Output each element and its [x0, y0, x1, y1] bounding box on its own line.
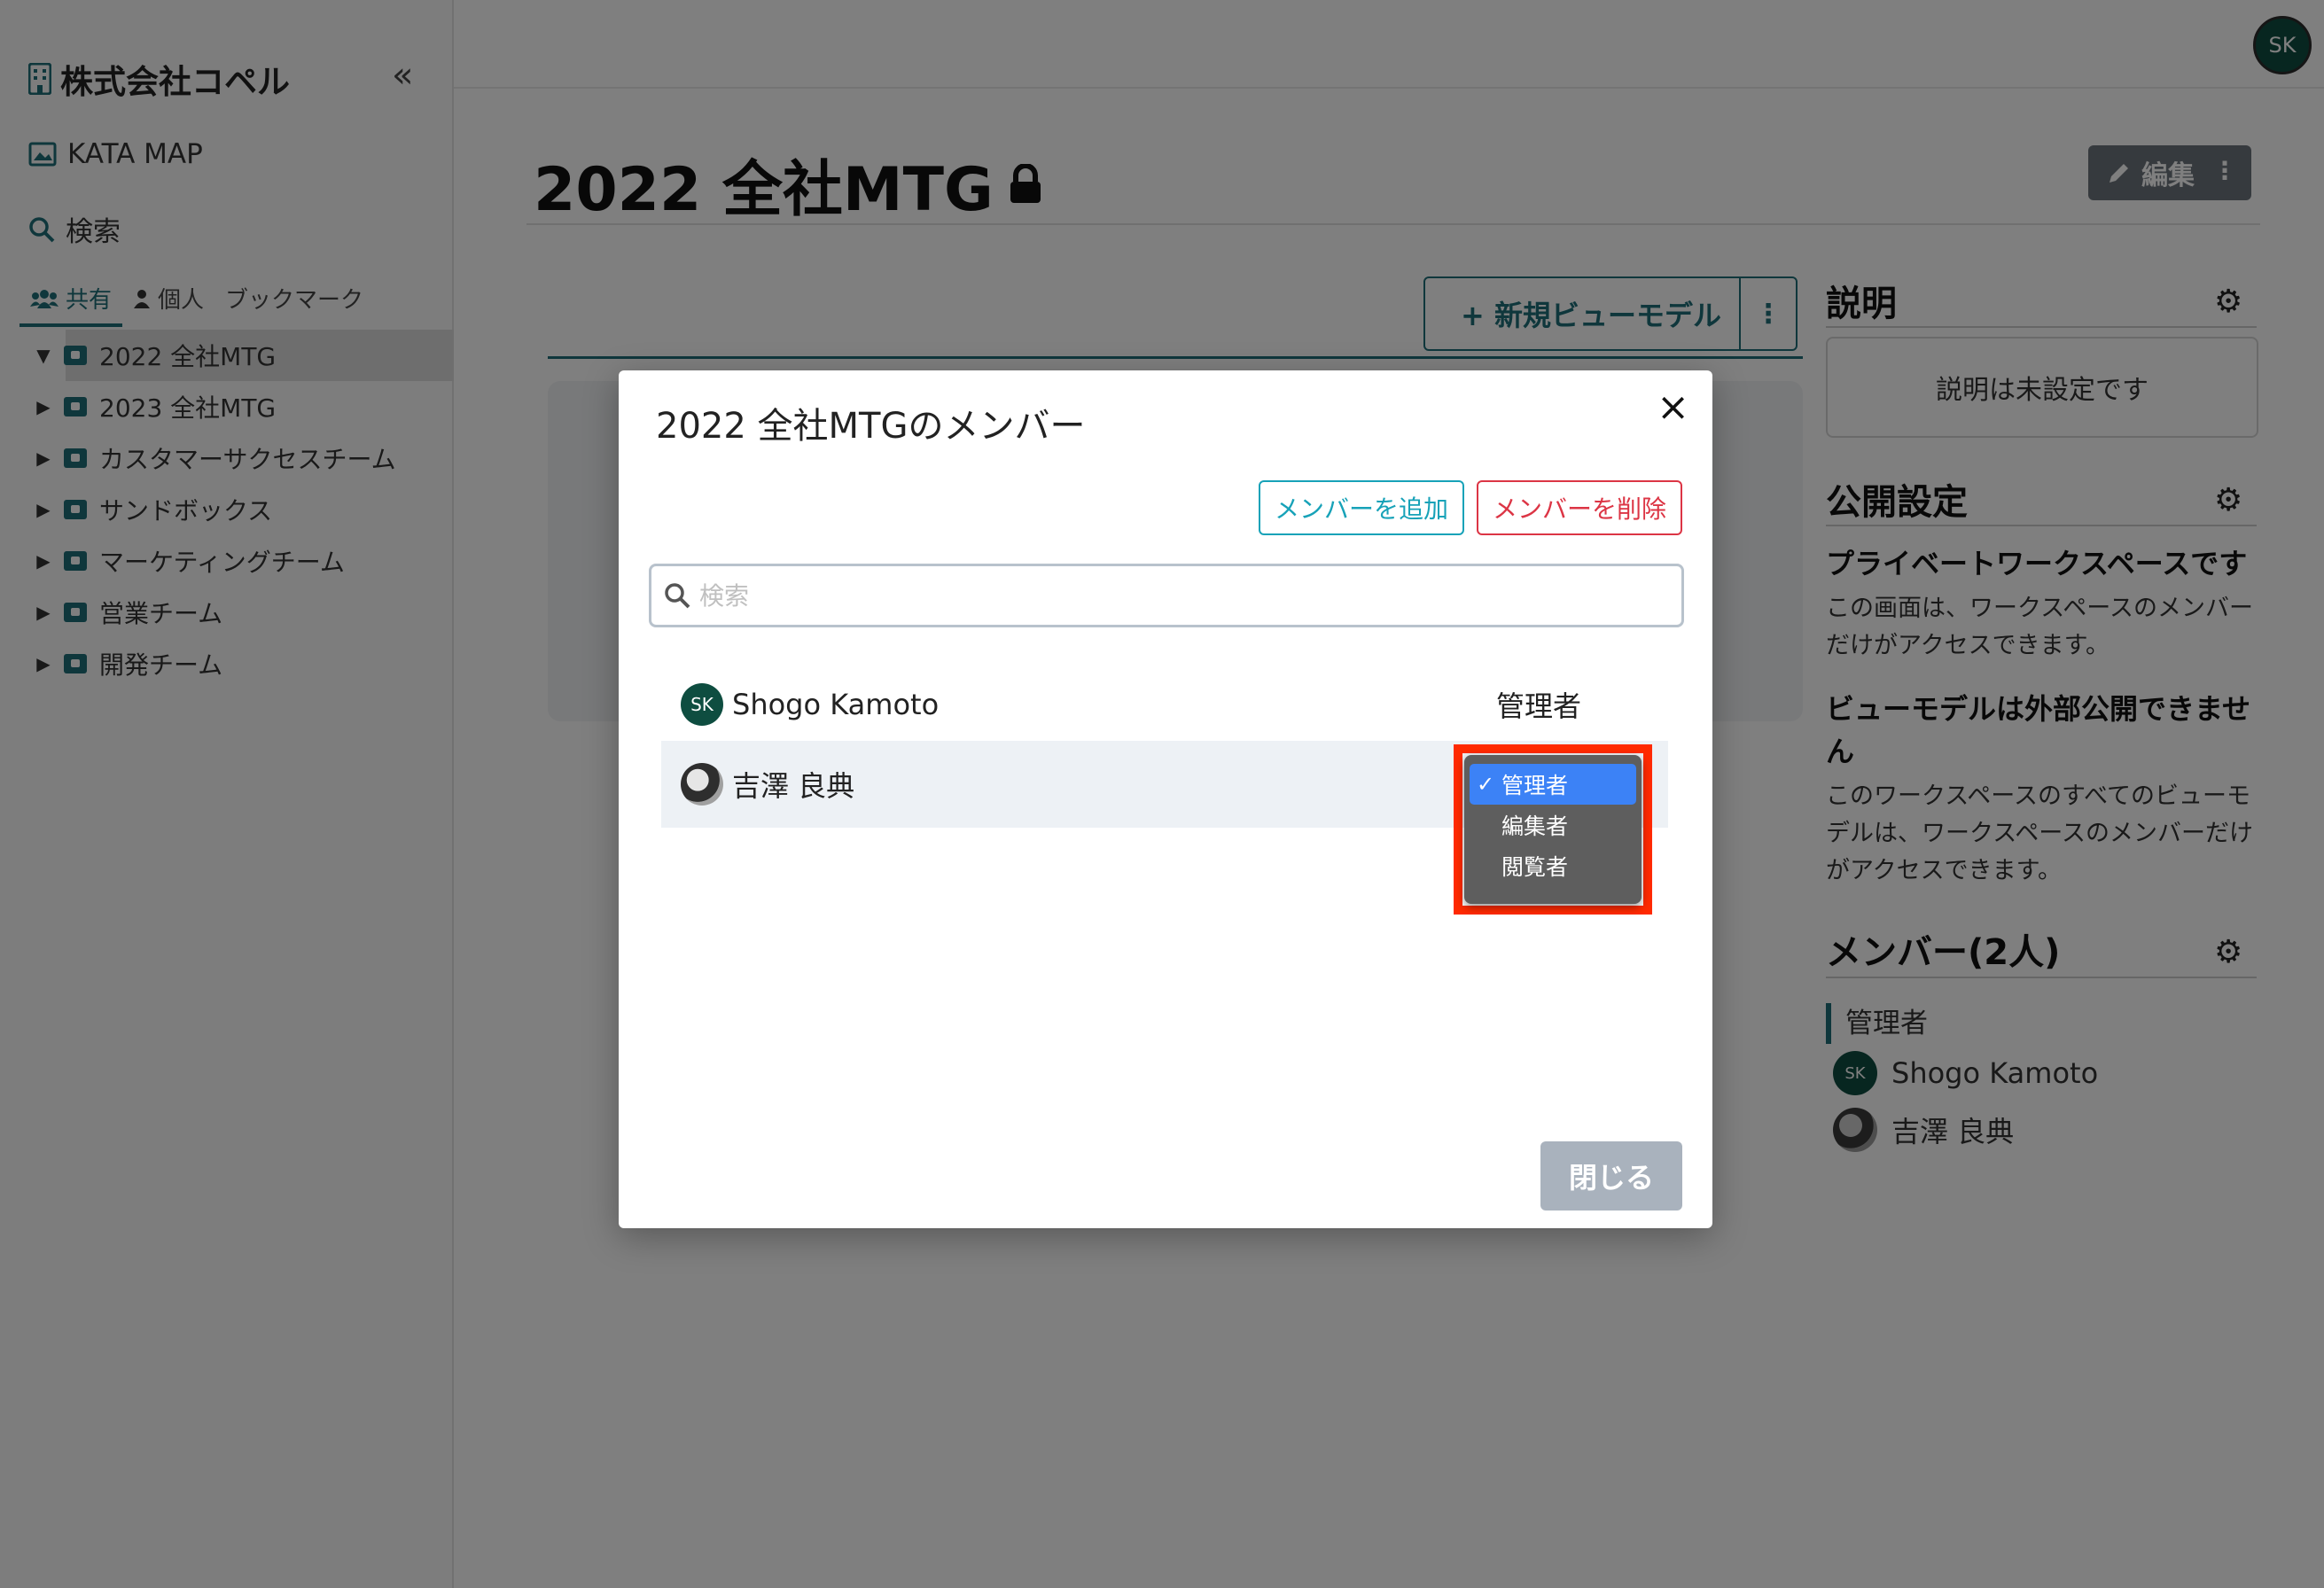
member-name: Shogo Kamoto [732, 688, 940, 721]
role-option-viewer[interactable]: 閲覧者 [1470, 845, 1636, 886]
role-option-admin[interactable]: ✓ 管理者 [1470, 764, 1636, 805]
remove-member-button[interactable]: メンバーを削除 [1477, 480, 1682, 535]
role-option-editor[interactable]: 編集者 [1470, 805, 1636, 845]
modal-title: 2022 全社MTGのメンバー [656, 406, 1086, 447]
add-member-button[interactable]: メンバーを追加 [1259, 480, 1464, 535]
search-icon [665, 583, 690, 609]
member-row: SK Shogo Kamoto 管理者 [661, 661, 1668, 748]
member-name: 吉澤 良典 [732, 769, 855, 803]
member-search [649, 564, 1684, 627]
avatar: SK [681, 683, 723, 726]
close-button[interactable]: 閉じる [1540, 1141, 1682, 1210]
search-input[interactable] [699, 580, 1657, 611]
role-select-dropdown[interactable]: ✓ 管理者 編集者 閲覧者 [1464, 755, 1642, 904]
check-icon: ✓ [1477, 772, 1495, 797]
close-icon[interactable]: × [1657, 385, 1689, 430]
avatar [681, 763, 723, 806]
member-role: 管理者 [1496, 689, 1582, 723]
